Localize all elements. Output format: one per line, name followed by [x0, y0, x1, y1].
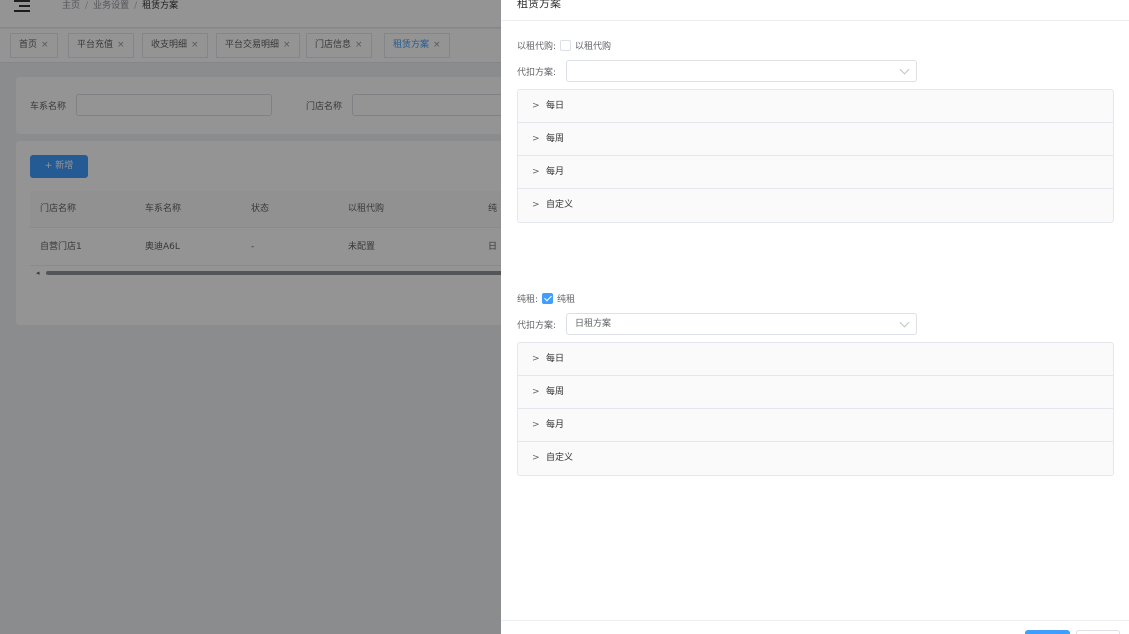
- collapse-title: 自定义: [546, 453, 574, 463]
- chevron-down-icon: [899, 317, 910, 328]
- lease-to-own-label: 以租代购:: [517, 42, 557, 52]
- collapse-item-monthly[interactable]: > 每月: [518, 156, 1113, 189]
- plan-select-1[interactable]: [566, 60, 917, 82]
- confirm-button[interactable]: [1025, 630, 1070, 634]
- pure-lease-checkbox[interactable]: [542, 293, 554, 304]
- chevron-right-icon: >: [532, 420, 540, 430]
- chevron-right-icon: >: [532, 134, 540, 144]
- collapse-title: 每月: [546, 420, 565, 430]
- collapse-item-weekly[interactable]: > 每周: [518, 376, 1113, 409]
- lease-to-own-checkbox-label[interactable]: 以租代购: [575, 42, 611, 52]
- plan-select-2[interactable]: 日租方案: [566, 313, 917, 335]
- collapse-title: 每日: [546, 101, 565, 111]
- plan-label-2: 代扣方案:: [517, 321, 557, 331]
- collapse-item-daily[interactable]: > 每日: [518, 90, 1113, 123]
- plan-select-2-value: 日租方案: [575, 319, 612, 329]
- lease-to-own-row: 以租代购: 以租代购: [517, 39, 611, 52]
- pure-lease-checkbox-label[interactable]: 纯租: [557, 295, 575, 305]
- collapse-group-2: > 每日 > 每周 > 每月 > 自定义: [517, 342, 1114, 476]
- cancel-button[interactable]: [1076, 630, 1120, 634]
- plan-label-1: 代扣方案:: [517, 68, 557, 78]
- collapse-item-weekly[interactable]: > 每周: [518, 123, 1113, 156]
- collapse-item-custom[interactable]: > 自定义: [518, 189, 1113, 222]
- chevron-right-icon: >: [532, 101, 540, 111]
- chevron-down-icon: [899, 64, 910, 75]
- collapse-title: 每日: [546, 354, 565, 364]
- collapse-item-custom[interactable]: > 自定义: [518, 442, 1113, 475]
- drawer-footer: [501, 620, 1129, 634]
- collapse-item-daily[interactable]: > 每日: [518, 343, 1113, 376]
- chevron-right-icon: >: [532, 354, 540, 364]
- collapse-title: 每周: [546, 134, 565, 144]
- drawer-header: 租赁方案: [501, 0, 1129, 21]
- collapse-item-monthly[interactable]: > 每月: [518, 409, 1113, 442]
- chevron-right-icon: >: [532, 453, 540, 463]
- chevron-right-icon: >: [532, 167, 540, 177]
- collapse-title: 每月: [546, 167, 565, 177]
- lease-to-own-checkbox[interactable]: [560, 40, 572, 51]
- chevron-right-icon: >: [532, 200, 540, 210]
- pure-lease-label: 纯租:: [517, 295, 539, 305]
- drawer-title: 租赁方案: [517, 0, 561, 10]
- collapse-title: 自定义: [546, 200, 574, 210]
- chevron-right-icon: >: [532, 387, 540, 397]
- pure-lease-row: 纯租: 纯租: [517, 292, 575, 305]
- collapse-title: 每周: [546, 387, 565, 397]
- collapse-group-1: > 每日 > 每周 > 每月 > 自定义: [517, 89, 1114, 223]
- lease-plan-drawer: 租赁方案 以租代购: 以租代购 代扣方案: > 每日 > 每周 > 每月 > 自定…: [501, 0, 1129, 634]
